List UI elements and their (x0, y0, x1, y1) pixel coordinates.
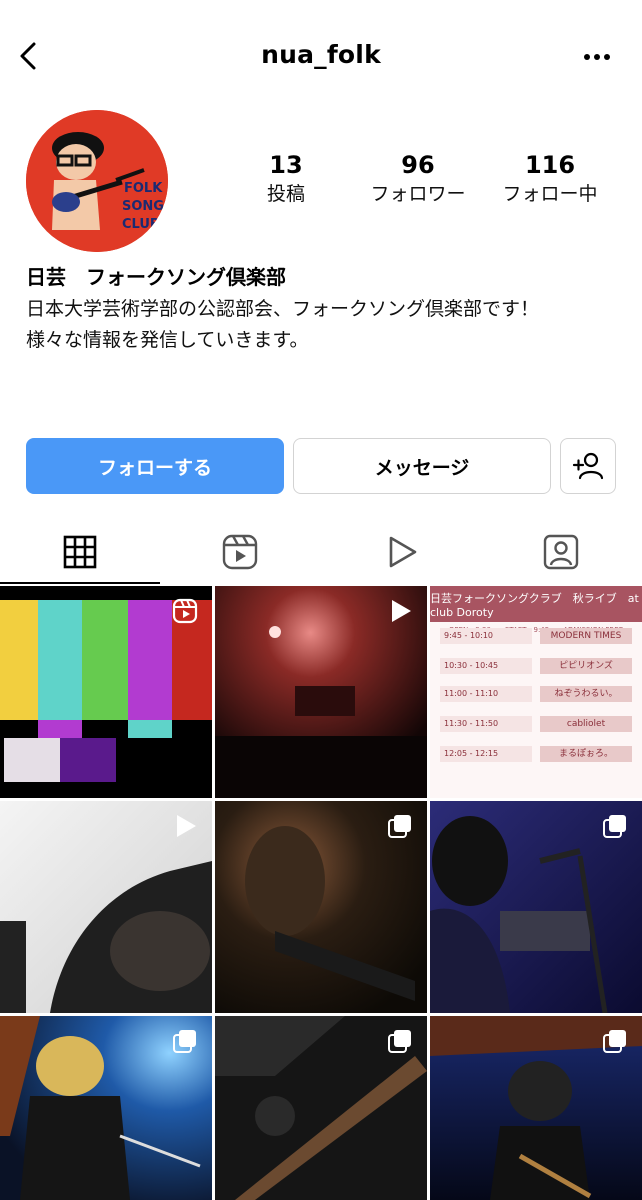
schedule-row: 9:45 - 10:10 MODERN TIMES (440, 628, 632, 644)
add-person-icon (572, 452, 604, 480)
schedule-title: 日芸フォークソングクラブ 秋ライブ at club Doroty (430, 586, 642, 622)
profile-avatar[interactable]: FOLK SONG CLUB (26, 110, 168, 252)
stat-following[interactable]: 116 フォロー中 (485, 150, 615, 208)
active-tab-indicator (0, 582, 160, 584)
schedule-time: 11:00 - 11:10 (440, 686, 532, 702)
following-label: フォロー中 (502, 183, 598, 205)
carousel-badge-icon (388, 1030, 411, 1053)
bio-line-1: 日本大学芸術学部の公認部会、フォークソング倶楽部です！ (26, 298, 540, 320)
message-button[interactable]: メッセージ (293, 438, 551, 494)
tab-tagged[interactable] (481, 520, 641, 584)
post-thumbnail[interactable] (0, 586, 212, 798)
schedule-band: cabliolet (540, 716, 632, 732)
reels-icon (222, 534, 258, 570)
follow-button[interactable]: フォローする (26, 438, 284, 494)
schedule-band: MODERN TIMES (540, 628, 632, 644)
post-thumbnail[interactable] (215, 801, 427, 1013)
post-thumbnail[interactable] (0, 801, 212, 1013)
carousel-badge-icon (388, 815, 411, 838)
followers-label: フォロワー (370, 183, 466, 205)
post-thumbnail[interactable] (430, 1016, 642, 1200)
schedule-row: 12:05 - 12:15 まるぽぉろ。 (440, 746, 632, 762)
tab-videos[interactable] (321, 520, 481, 584)
posts-grid: 日芸フォークソングクラブ 秋ライブ at club Doroty OPEN - … (0, 586, 642, 1200)
more-options-icon[interactable] (580, 45, 614, 69)
posts-count: 13 (269, 151, 303, 179)
schedule-band: ねぞうわるい。 (540, 686, 632, 702)
avatar-illustration: FOLK SONG CLUB (26, 110, 168, 252)
carousel-badge-icon (173, 1030, 196, 1053)
schedule-time: 12:05 - 12:15 (440, 746, 532, 762)
stat-posts[interactable]: 13 投稿 (221, 150, 351, 208)
post-thumbnail[interactable]: 日芸フォークソングクラブ 秋ライブ at club Doroty OPEN - … (430, 586, 642, 798)
play-icon (389, 536, 417, 568)
bio-line-2: 様々な情報を発信していきます。 (26, 329, 309, 351)
post-thumbnail[interactable] (0, 1016, 212, 1200)
schedule-band: まるぽぉろ。 (540, 746, 632, 762)
schedule-row: 10:30 - 10:45 ピピリオンズ (440, 658, 632, 674)
tab-grid[interactable] (0, 520, 160, 584)
schedule-row: 11:30 - 11:50 cabliolet (440, 716, 632, 732)
avatar-text-club: CLUB (122, 217, 160, 232)
live-schedule-image: 日芸フォークソングクラブ 秋ライブ at club Doroty OPEN - … (430, 586, 642, 798)
schedule-band: ピピリオンズ (540, 658, 632, 674)
profile-display-name: 日芸 フォークソング倶楽部 (26, 265, 286, 289)
stat-followers[interactable]: 96 フォロワー (353, 150, 483, 208)
post-thumbnail[interactable] (215, 586, 427, 798)
tab-reels[interactable] (160, 520, 320, 584)
suggest-user-button[interactable] (560, 438, 616, 494)
reels-badge-icon (172, 598, 198, 624)
grid-icon (63, 535, 97, 569)
play-badge-icon (392, 600, 411, 622)
carousel-badge-icon (603, 1030, 626, 1053)
avatar-text-folk: FOLK (124, 181, 163, 196)
top-bar: nua_folk (0, 0, 642, 110)
schedule-time: 11:30 - 11:50 (440, 716, 532, 732)
following-count: 116 (524, 151, 576, 179)
post-thumbnail[interactable] (215, 1016, 427, 1200)
play-badge-icon (177, 815, 196, 837)
followers-count: 96 (401, 151, 435, 179)
posts-label: 投稿 (266, 183, 305, 205)
avatar-text-song: SONG (122, 199, 164, 214)
tagged-person-icon (543, 534, 579, 570)
schedule-time: 9:45 - 10:10 (440, 628, 532, 644)
carousel-badge-icon (603, 815, 626, 838)
schedule-time: 10:30 - 10:45 (440, 658, 532, 674)
profile-username: nua_folk (261, 40, 381, 69)
post-thumbnail[interactable] (430, 801, 642, 1013)
schedule-row: 11:00 - 11:10 ねぞうわるい。 (440, 686, 632, 702)
